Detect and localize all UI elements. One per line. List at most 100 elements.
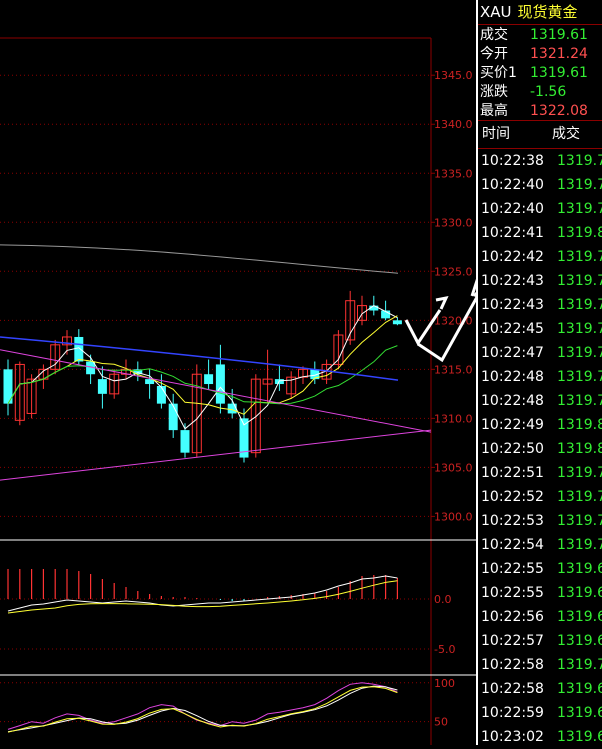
price-axis-label: 1305.0 [434, 461, 473, 474]
price-axis-label: 1300.0 [434, 510, 473, 523]
candle-body [392, 320, 402, 325]
tick-time: 10:22:55 [481, 561, 544, 577]
tick-row: 10:22:59 1319.64 [478, 701, 602, 725]
price-axis-label: 1325.0 [434, 265, 473, 278]
ticks-table-header: 时间 成交 [478, 121, 602, 149]
tick-price: 1319.64 [557, 633, 602, 649]
stat-open: 今开 1321.24 [480, 46, 588, 62]
tick-price: 1319.78 [557, 465, 602, 481]
tick-price: 1319.78 [557, 513, 602, 529]
tick-row: 10:22:58 1319.66 [478, 677, 602, 701]
tick-price: 1319.71 [557, 297, 602, 313]
tick-price: 1319.67 [557, 561, 602, 577]
tick-price: 1319.64 [557, 705, 602, 721]
tick-price: 1319.70 [557, 393, 602, 409]
tick-price: 1319.80 [557, 225, 602, 241]
tick-time: 10:22:49 [481, 417, 544, 433]
price-axis-label: 1335.0 [434, 167, 473, 180]
tick-price: 1319.72 [557, 345, 602, 361]
tick-row: 10:22:45 1319.74 [478, 317, 602, 341]
tick-time: 10:22:51 [481, 465, 544, 481]
kline-chart[interactable]: 1345.01340.01335.01330.01325.01320.01315… [0, 0, 476, 745]
macd-axis-label: -5.0 [434, 643, 455, 656]
tick-price: 1319.73 [557, 153, 602, 169]
tick-price: 1319.73 [557, 369, 602, 385]
tick-price: 1319.8 [557, 417, 602, 433]
tick-row: 10:22:53 1319.78 [478, 509, 602, 533]
tick-price: 1319.77 [557, 489, 602, 505]
tick-row: 10:22:49 1319.8 [478, 413, 602, 437]
quote-panel: XAU 现货黄金 成交 1319.61 今开 1321.24 买价1 1319.61 涨… [476, 0, 602, 745]
tick-row: 10:23:02 1319.61 [478, 725, 602, 749]
ma-line-green [7, 345, 398, 405]
stat-bid: 买价1 1319.61 [480, 65, 588, 81]
tick-price: 1319.61 [557, 585, 602, 601]
col-time: 时间 [482, 126, 510, 142]
ma-line-yellow [7, 315, 398, 415]
tick-row: 10:22:42 1319.79 [478, 245, 602, 269]
tick-row: 10:22:43 1319.73 [478, 269, 602, 293]
tick-time: 10:23:02 [481, 729, 544, 745]
tick-time: 10:22:40 [481, 177, 544, 193]
tick-time: 10:22:52 [481, 489, 544, 505]
osc-axis-label: 50 [434, 716, 448, 729]
tick-row: 10:22:41 1319.80 [478, 221, 602, 245]
tick-price: 1319.66 [557, 681, 602, 697]
candle-body [180, 430, 190, 453]
tick-time: 10:22:54 [481, 537, 544, 553]
instrument-name: 现货黄金 [517, 3, 578, 21]
candle-body [215, 364, 225, 404]
tick-time: 10:22:59 [481, 705, 544, 721]
tick-row: 10:22:51 1319.78 [478, 461, 602, 485]
price-axis-label: 1310.0 [434, 412, 473, 425]
candle-body [97, 379, 107, 394]
stat-last: 成交 1319.61 [480, 27, 588, 43]
osc-axis-label: 100 [434, 677, 455, 690]
tick-time: 10:22:58 [481, 657, 544, 673]
tick-row: 10:22:58 1319.71 [478, 653, 602, 677]
tick-price: 1319.73 [557, 273, 602, 289]
tick-row: 10:22:40 1319.73 [478, 197, 602, 221]
tick-row: 10:22:52 1319.77 [478, 485, 602, 509]
candle-body [204, 374, 214, 385]
price-axis-label: 1315.0 [434, 363, 473, 376]
trendline-lower [0, 429, 432, 481]
tick-price: 1319.60 [557, 609, 602, 625]
col-price: 成交 [552, 126, 580, 142]
tick-time: 10:22:41 [481, 225, 544, 241]
candle-body [74, 336, 84, 362]
tick-time: 10:22:48 [481, 369, 544, 385]
tick-time: 10:22:58 [481, 681, 544, 697]
tick-price: 1319.79 [557, 249, 602, 265]
tick-time: 10:22:48 [481, 393, 544, 409]
osc-j-line [7, 686, 398, 733]
tick-time: 10:22:50 [481, 441, 544, 457]
tick-price: 1319.73 [557, 177, 602, 193]
tick-time: 10:22:40 [481, 201, 544, 217]
ma-line-gray [0, 244, 399, 274]
tick-price: 1319.74 [557, 321, 602, 337]
tick-row: 10:22:43 1319.71 [478, 293, 602, 317]
tick-list[interactable]: 10:22:38 1319.73 10:22:40 1319.73 10:22:40 13… [478, 149, 602, 749]
tick-row: 10:22:55 1319.61 [478, 581, 602, 605]
instrument-code: XAU [480, 3, 512, 21]
tick-time: 10:22:43 [481, 273, 544, 289]
tick-price: 1319.71 [557, 657, 602, 673]
tick-time: 10:22:42 [481, 249, 544, 265]
price-axis-label: 1330.0 [434, 216, 473, 229]
tick-time: 10:22:47 [481, 345, 544, 361]
tick-row: 10:22:57 1319.64 [478, 629, 602, 653]
tick-time: 10:22:38 [481, 153, 544, 169]
tick-row: 10:22:48 1319.73 [478, 365, 602, 389]
kline-chart-panel[interactable]: 1345.0 1340.0 1335.0 1330.0 1325.0 1320.0 1315… [0, 0, 476, 745]
tick-time: 10:22:57 [481, 633, 544, 649]
osc-d-line [7, 685, 398, 733]
candle-body [168, 403, 178, 431]
candle-body [227, 403, 237, 414]
stat-change: 涨跌 -1.56 [480, 84, 567, 100]
tick-row: 10:22:50 1319.80 [478, 437, 602, 461]
stat-high: 最高 1322.08 [480, 103, 588, 119]
tick-price: 1319.74 [557, 537, 602, 553]
tick-time: 10:22:43 [481, 297, 544, 313]
tick-row: 10:22:48 1319.70 [478, 389, 602, 413]
